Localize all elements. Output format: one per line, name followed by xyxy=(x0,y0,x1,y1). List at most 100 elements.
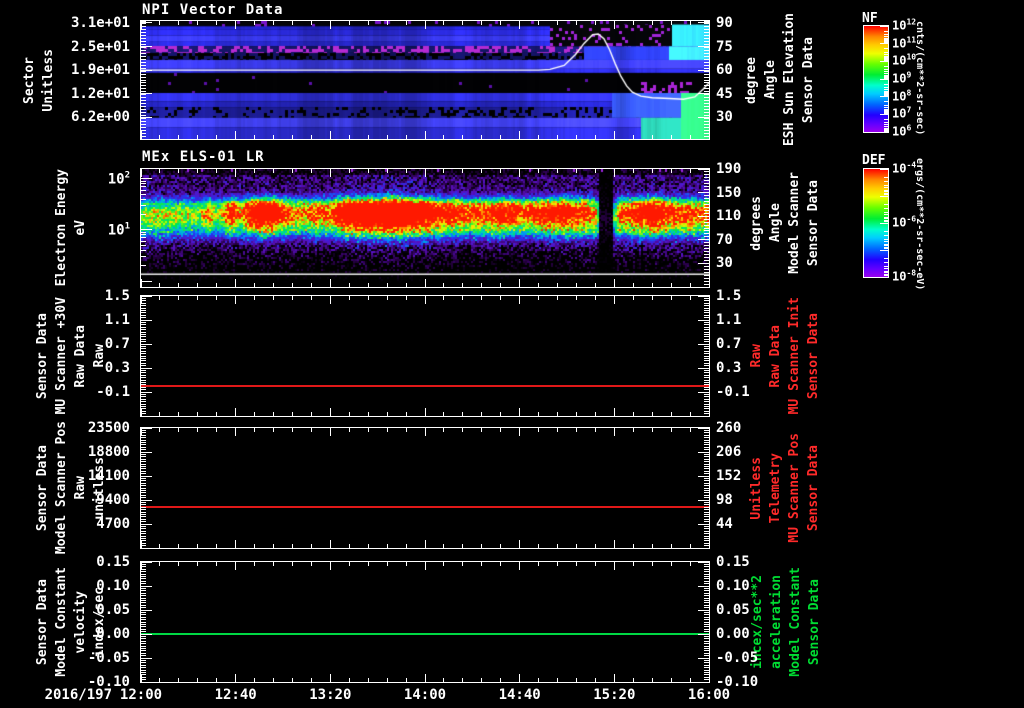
tick-mark xyxy=(704,357,709,359)
tick-mark xyxy=(704,55,709,57)
tick-mark xyxy=(254,562,256,566)
tick-mark xyxy=(141,305,146,307)
tick-mark xyxy=(880,43,888,45)
tick-mark xyxy=(141,504,146,506)
tick-mark xyxy=(704,470,709,472)
tick-mark xyxy=(704,599,709,601)
tick-mark xyxy=(704,123,709,125)
tick-mark xyxy=(704,525,709,527)
tick-mark xyxy=(704,336,709,338)
tick-mark xyxy=(704,41,709,43)
tick-mark xyxy=(704,233,709,235)
tick-mark xyxy=(141,571,146,573)
tick-mark xyxy=(704,669,709,671)
tick-mark xyxy=(141,513,146,515)
tick-mark xyxy=(141,595,146,597)
tick-mark xyxy=(235,169,237,177)
tick-mark xyxy=(141,106,146,108)
tick-mark xyxy=(235,296,237,304)
tick-mark xyxy=(141,446,146,448)
tick-mark xyxy=(141,396,146,398)
tick-mark xyxy=(329,428,331,436)
tick-mark xyxy=(141,189,146,191)
tick-mark xyxy=(698,475,709,477)
tick-mark xyxy=(141,607,146,609)
tick-mark xyxy=(698,262,709,264)
tick-mark xyxy=(481,678,483,682)
tick-mark xyxy=(704,333,709,335)
tick-mark xyxy=(500,678,502,682)
tick-mark xyxy=(310,412,312,416)
tick-mark xyxy=(462,21,464,25)
tick-mark xyxy=(141,405,146,407)
tick-mark xyxy=(704,268,709,270)
tick-mark xyxy=(704,286,709,288)
tick-mark xyxy=(141,652,146,654)
tick-mark xyxy=(519,21,521,29)
tick-mark xyxy=(310,135,312,139)
tick-mark xyxy=(689,135,691,139)
tick-mark xyxy=(704,224,709,226)
tick-mark xyxy=(141,415,146,417)
tick-mark xyxy=(594,283,596,287)
tick-mark xyxy=(141,611,146,613)
tick-mark xyxy=(670,169,672,173)
tick-mark xyxy=(704,619,709,621)
tick-mark xyxy=(704,365,709,367)
tick-mark xyxy=(329,279,331,287)
tick-mark xyxy=(704,659,709,661)
tick-mark xyxy=(704,97,709,99)
tick-mark xyxy=(698,93,709,95)
tick-mark xyxy=(704,614,709,616)
tick-mark xyxy=(704,381,709,383)
tick-mark xyxy=(367,428,369,432)
tick-mark xyxy=(462,428,464,432)
tick-mark xyxy=(704,180,709,182)
tick-mark xyxy=(704,458,709,460)
tick-mark xyxy=(462,296,464,300)
tick-mark xyxy=(704,434,709,436)
tick-mark xyxy=(424,169,426,177)
y-tick-label: 102 xyxy=(107,170,130,188)
tick-mark xyxy=(216,544,218,548)
tick-mark xyxy=(880,195,888,197)
tick-mark xyxy=(141,46,152,48)
tick-mark xyxy=(670,296,672,300)
tick-mark xyxy=(141,79,146,81)
tick-mark xyxy=(632,562,634,566)
y-tick-label: 0.05 xyxy=(716,602,750,618)
tick-mark xyxy=(141,679,146,681)
tick-mark xyxy=(367,21,369,25)
tick-mark xyxy=(141,183,146,185)
tick-mark xyxy=(704,73,709,75)
tick-mark xyxy=(310,562,312,566)
axis-label-line: Raw Data xyxy=(768,324,783,388)
tick-mark xyxy=(704,94,709,96)
tick-mark xyxy=(386,562,388,566)
tick-mark xyxy=(141,578,146,580)
tick-mark xyxy=(704,203,709,205)
tick-mark xyxy=(141,111,146,113)
axis-label-line: Sensor Data xyxy=(806,312,821,400)
tick-mark xyxy=(880,249,888,251)
tick-mark xyxy=(704,348,709,350)
tick-mark xyxy=(141,638,146,640)
tick-mark xyxy=(273,296,275,300)
tick-mark xyxy=(141,333,146,335)
tick-mark xyxy=(704,29,709,31)
tick-mark xyxy=(704,277,709,279)
tick-mark xyxy=(704,674,709,676)
tick-mark xyxy=(141,628,146,630)
tick-mark xyxy=(704,446,709,448)
tick-mark xyxy=(141,132,146,134)
tick-mark xyxy=(884,30,888,32)
y-tick-label: 0.15 xyxy=(96,554,130,570)
tick-mark xyxy=(880,60,888,62)
tick-mark xyxy=(704,257,709,258)
tick-mark xyxy=(273,678,275,682)
panel4-model-scanner-pos-plot xyxy=(140,427,710,549)
tick-mark xyxy=(538,135,540,139)
tick-mark xyxy=(557,428,559,432)
tick-mark xyxy=(632,296,634,300)
tick-mark xyxy=(689,562,691,566)
